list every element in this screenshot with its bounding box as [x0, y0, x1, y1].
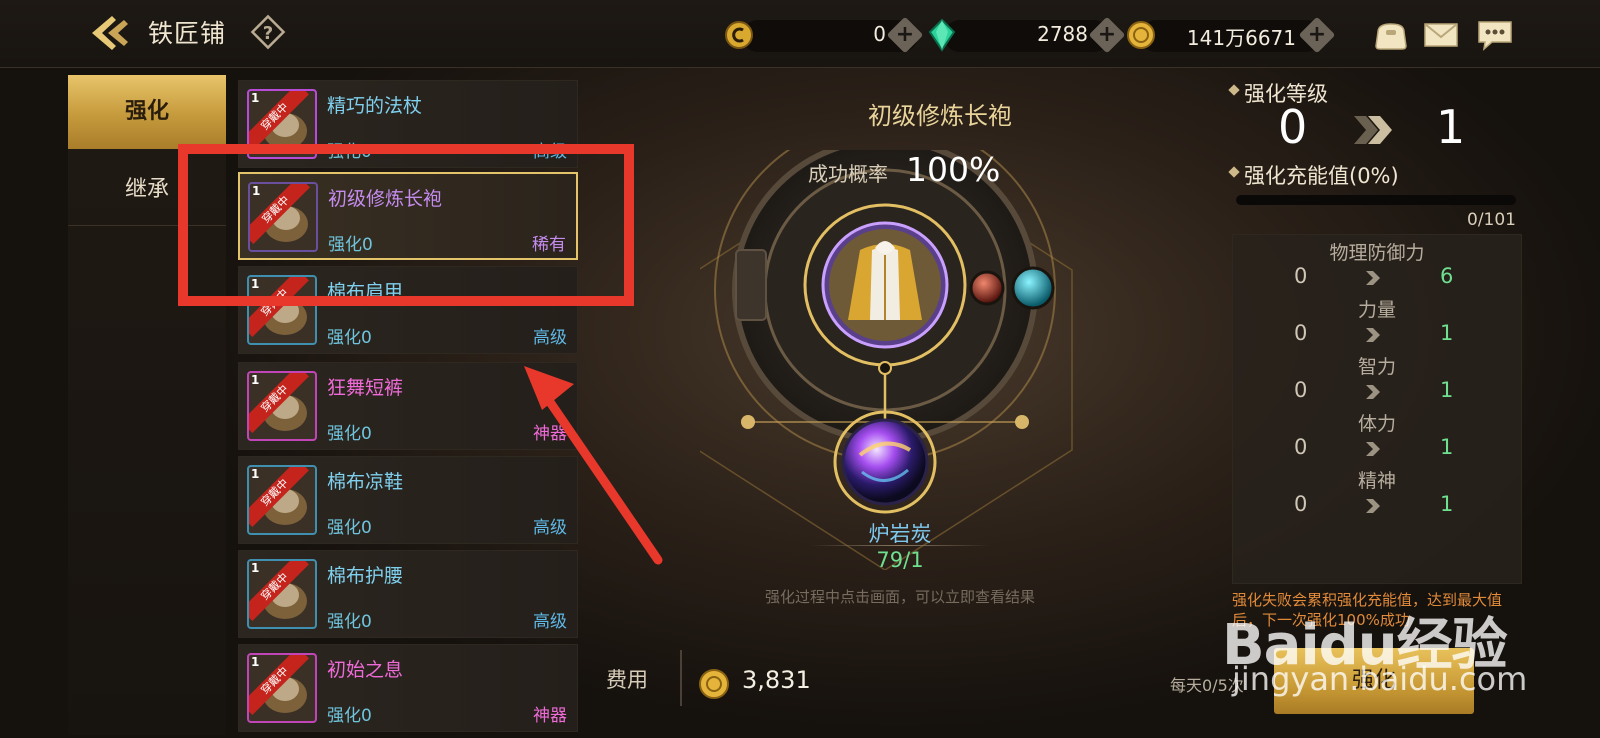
currency-value: 141万6671 [1186, 26, 1296, 50]
currency-value: 0 [873, 22, 886, 46]
gold-coin-icon [1126, 20, 1156, 50]
highlight-box [178, 144, 634, 306]
item-enhance-level: 强化0 [327, 706, 372, 726]
item-level-badge: 1 [251, 373, 260, 387]
cost-value: 3,831 [742, 666, 811, 694]
hint-text: 强化过程中点击画面，可以立即查看结果 [764, 588, 1035, 606]
charge-bar [1236, 195, 1516, 205]
chevron-right-icon [1364, 497, 1382, 515]
currency-value: 2788 [1037, 22, 1088, 46]
stat-next: 1 [1440, 435, 1454, 459]
item-rarity: 高级 [533, 328, 567, 348]
tab-strengthen[interactable]: 强化 [68, 75, 226, 149]
green-gem-icon [928, 18, 956, 52]
bullet-icon [1228, 166, 1240, 178]
divider [680, 650, 682, 706]
divider [810, 545, 990, 546]
cost-label: 费用 [606, 668, 648, 692]
page-title: 铁匠铺 [148, 19, 227, 48]
item-enhance-level: 强化0 [327, 612, 372, 632]
item-name: 狂舞短裤 [327, 377, 404, 399]
success-rate-value: 100% [906, 150, 1001, 189]
equipment-icon: 1 穿戴中 [247, 465, 317, 535]
item-name: 棉布护腰 [327, 565, 404, 587]
stat-current: 0 [1294, 435, 1308, 459]
material-count: 79/1 [876, 548, 924, 572]
coin-c-icon [724, 20, 754, 50]
stat-name: 精神 [1357, 470, 1396, 492]
item-enhance-level: 强化0 [327, 424, 372, 444]
pointer-arrow [520, 362, 670, 572]
stat-current: 0 [1294, 492, 1308, 516]
stat-name: 智力 [1357, 356, 1396, 378]
add-currency-button[interactable]: + [1088, 16, 1126, 54]
stat-next: 1 [1440, 321, 1454, 345]
stat-name: 物理防御力 [1329, 242, 1425, 264]
selected-item-title: 初级修炼长袍 [868, 102, 1012, 130]
add-currency-button[interactable]: + [886, 16, 924, 54]
help-icon[interactable]: ? [250, 14, 286, 50]
item-level-badge: 1 [251, 655, 260, 669]
stat-current: 0 [1294, 321, 1308, 345]
mail-icon[interactable] [1422, 18, 1460, 52]
stat-next: 6 [1440, 264, 1454, 288]
equipment-row[interactable]: 1 穿戴中 初始之息强化0 神器 [238, 644, 578, 732]
equipment-icon: 1 穿戴中 [247, 559, 317, 629]
item-enhance-level: 强化0 [327, 518, 372, 538]
item-rarity: 高级 [533, 612, 567, 632]
stat-next: 1 [1440, 492, 1454, 516]
item-name: 精巧的法杖 [327, 95, 423, 117]
item-level-badge: 1 [251, 467, 260, 481]
item-name: 棉布凉鞋 [327, 471, 404, 493]
material-name: 炉岩炭 [868, 522, 932, 546]
chat-icon[interactable] [1476, 18, 1514, 52]
bag-icon[interactable] [1372, 18, 1410, 52]
charge-count: 0/101 [1467, 210, 1516, 230]
chevron-right-icon [1364, 269, 1382, 287]
level-from: 0 [1278, 100, 1308, 154]
stat-current: 0 [1294, 378, 1308, 402]
stat-name: 力量 [1357, 299, 1396, 321]
stat-next: 1 [1440, 378, 1454, 402]
watermark-url: jingyan.baidu.com [1232, 660, 1528, 698]
success-rate-label: 成功概率 [808, 162, 888, 186]
chevron-right-icon [1364, 440, 1382, 458]
double-chevron-icon [1352, 112, 1396, 148]
bullet-icon [1228, 84, 1240, 96]
item-level-badge: 1 [251, 91, 260, 105]
svg-text:?: ? [263, 23, 273, 44]
stat-current: 0 [1294, 264, 1308, 288]
item-name: 初始之息 [327, 659, 404, 681]
gold-coin-icon [698, 668, 730, 700]
add-currency-button[interactable]: + [1298, 16, 1336, 54]
forge-emblem [697, 119, 1120, 571]
item-enhance-level: 强化0 [327, 328, 372, 348]
level-to: 1 [1436, 100, 1466, 154]
back-arrow-icon[interactable] [88, 12, 134, 54]
charge-label: 强化充能值(0%) [1244, 164, 1399, 188]
item-level-badge: 1 [251, 561, 260, 575]
equipment-icon: 1 穿戴中 [247, 371, 317, 441]
chevron-right-icon [1364, 383, 1382, 401]
chevron-right-icon [1364, 326, 1382, 344]
item-rarity: 神器 [533, 706, 567, 726]
stat-name: 体力 [1357, 413, 1396, 435]
equipment-icon: 1 穿戴中 [247, 653, 317, 723]
